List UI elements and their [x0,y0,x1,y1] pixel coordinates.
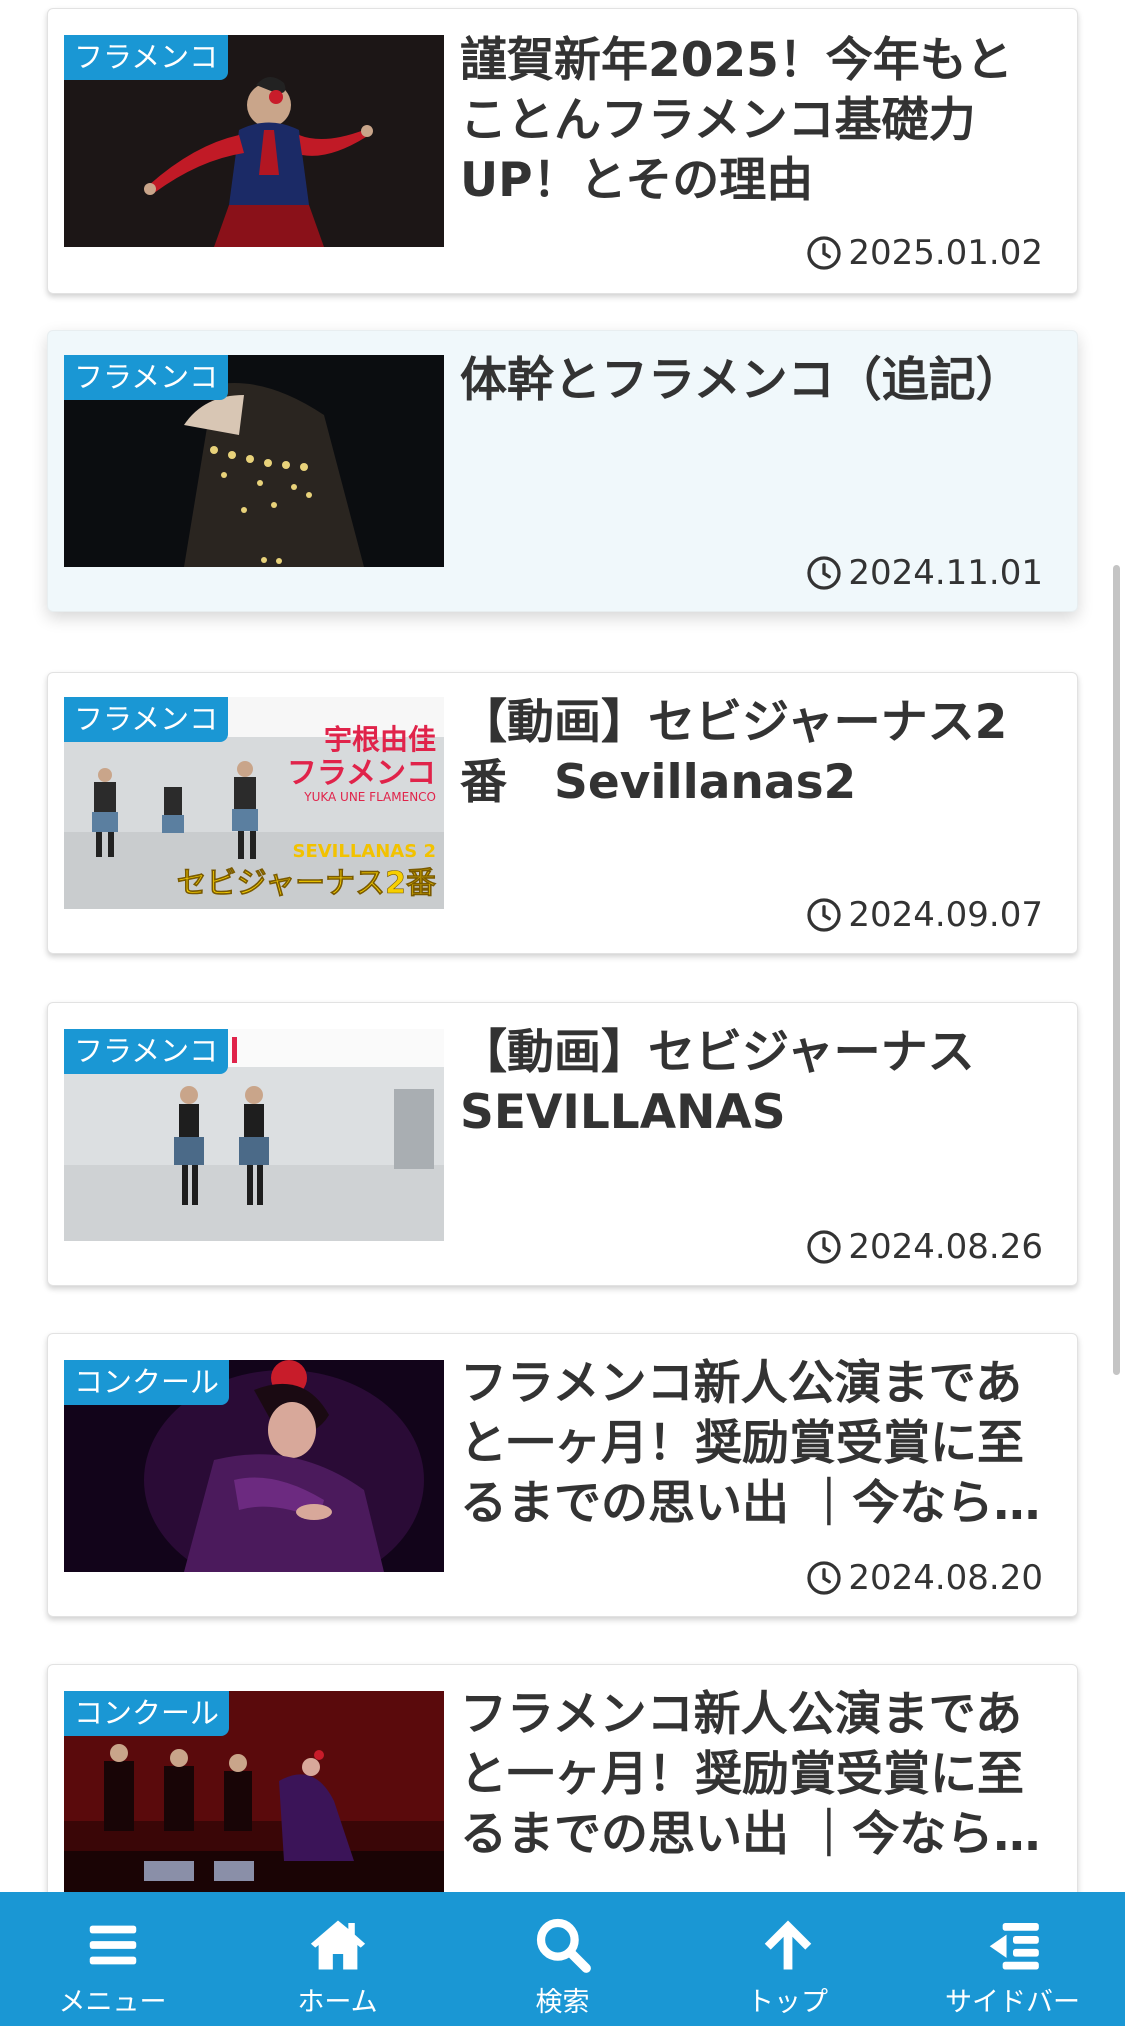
thumbnail-name-line2: フラメンコ [287,756,436,791]
search-button[interactable]: 検索 [450,1892,675,2026]
search-label: 検索 [535,1987,590,2018]
article-card[interactable]: フラメンコ 【動画】セビジャーナスSEVILLANAS 2024.08.26 [47,1002,1078,1286]
article-date: 2024.08.26 [806,1227,1043,1267]
article-card[interactable]: フラメンコ 謹賀新年2025！今年もとことんフラメンコ基礎力UP！とその理由 2… [47,8,1078,294]
article-title[interactable]: 【動画】セビジャーナスSEVILLANAS [460,1023,1053,1143]
article-title[interactable]: 謹賀新年2025！今年もとことんフラメンコ基礎力UP！とその理由 [460,31,1053,211]
article-thumbnail[interactable]: フラメンコ [64,35,444,247]
sidebar-label: サイドバー [945,1987,1080,2018]
home-button[interactable]: ホーム [225,1892,450,2026]
date-text: 2024.08.20 [848,1558,1043,1598]
category-badge[interactable]: フラメンコ [64,355,229,400]
sidebar-button[interactable]: サイドバー [900,1892,1125,2026]
date-text: 2024.09.07 [848,895,1043,935]
article-date: 2025.01.02 [806,233,1043,273]
article-thumbnail[interactable]: フラメンコ [64,1029,444,1241]
category-badge[interactable]: フラメンコ [64,697,229,742]
home-icon [307,1914,369,1976]
article-thumbnail[interactable]: コンクール [64,1691,444,1892]
menu-label: メニュー [58,1987,167,2018]
date-text: 2024.08.26 [848,1227,1043,1267]
article-date: 2024.11.01 [806,553,1043,593]
top-button[interactable]: トップ [675,1892,900,2026]
category-badge[interactable]: コンクール [64,1691,230,1736]
article-card[interactable]: 宇根由佳 フラメンコ YUKA UNE FLAMENCO SEVILLANAS … [47,672,1078,954]
search-icon [532,1914,594,1976]
clock-icon [807,556,841,590]
article-title[interactable]: フラメンコ新人公演まであと一ヶ月！奨励賞受賞に至るまでの思い出 ｜今なら… [460,1685,1053,1865]
thumbnail-name-line1: 宇根由佳 [324,723,436,756]
thumbnail-subtitle: YUKA UNE FLAMENCO [303,790,436,804]
menu-button[interactable]: メニュー [0,1892,225,2026]
clock-icon [807,898,841,932]
bottom-nav-bar: メニュー ホーム 検索 トップ サイドバー [0,1892,1125,2026]
article-card[interactable]: フラメンコ 体幹とフラメンコ（追記） 2024.11.01 [47,330,1078,612]
category-badge[interactable]: コンクール [64,1360,230,1405]
article-thumbnail[interactable]: フラメンコ [64,355,444,567]
article-thumbnail[interactable]: 宇根由佳 フラメンコ YUKA UNE FLAMENCO SEVILLANAS … [64,697,444,909]
menu-icon [82,1914,144,1976]
article-date: 2024.09.07 [806,895,1043,935]
thumbnail-label-en: SEVILLANAS 2 [292,841,436,862]
category-badge[interactable]: フラメンコ [64,1029,229,1074]
home-label: ホーム [297,1987,378,2018]
clock-icon [807,1561,841,1595]
thumbnail-label-jp: セビジャーナス2番 [177,866,437,901]
clock-icon [807,236,841,270]
arrow-up-icon [757,1914,819,1976]
article-title[interactable]: 【動画】セビジャーナス2番 Sevillanas2 [460,693,1053,813]
sidebar-icon [982,1914,1044,1976]
article-list: フラメンコ 謹賀新年2025！今年もとことんフラメンコ基礎力UP！とその理由 2… [0,0,1125,1892]
article-card[interactable]: コンクール フラメンコ新人公演まであと一ヶ月！奨励賞受賞に至るまでの思い出 ｜今… [47,1664,1078,1892]
article-card[interactable]: コンクール フラメンコ新人公演まであと一ヶ月！奨励賞受賞に至るまでの思い出 ｜今… [47,1333,1078,1617]
article-date: 2024.08.20 [806,1558,1043,1598]
clock-icon [807,1230,841,1264]
category-badge[interactable]: フラメンコ [64,35,229,80]
article-title[interactable]: 体幹とフラメンコ（追記） [460,351,1053,411]
scrollbar[interactable] [1113,565,1120,1375]
date-text: 2024.11.01 [848,553,1043,593]
article-thumbnail[interactable]: コンクール [64,1360,444,1572]
date-text: 2025.01.02 [848,233,1043,273]
top-label: トップ [747,1987,828,2018]
article-title[interactable]: フラメンコ新人公演まであと一ヶ月！奨励賞受賞に至るまでの思い出 ｜今なら… [460,1354,1053,1534]
